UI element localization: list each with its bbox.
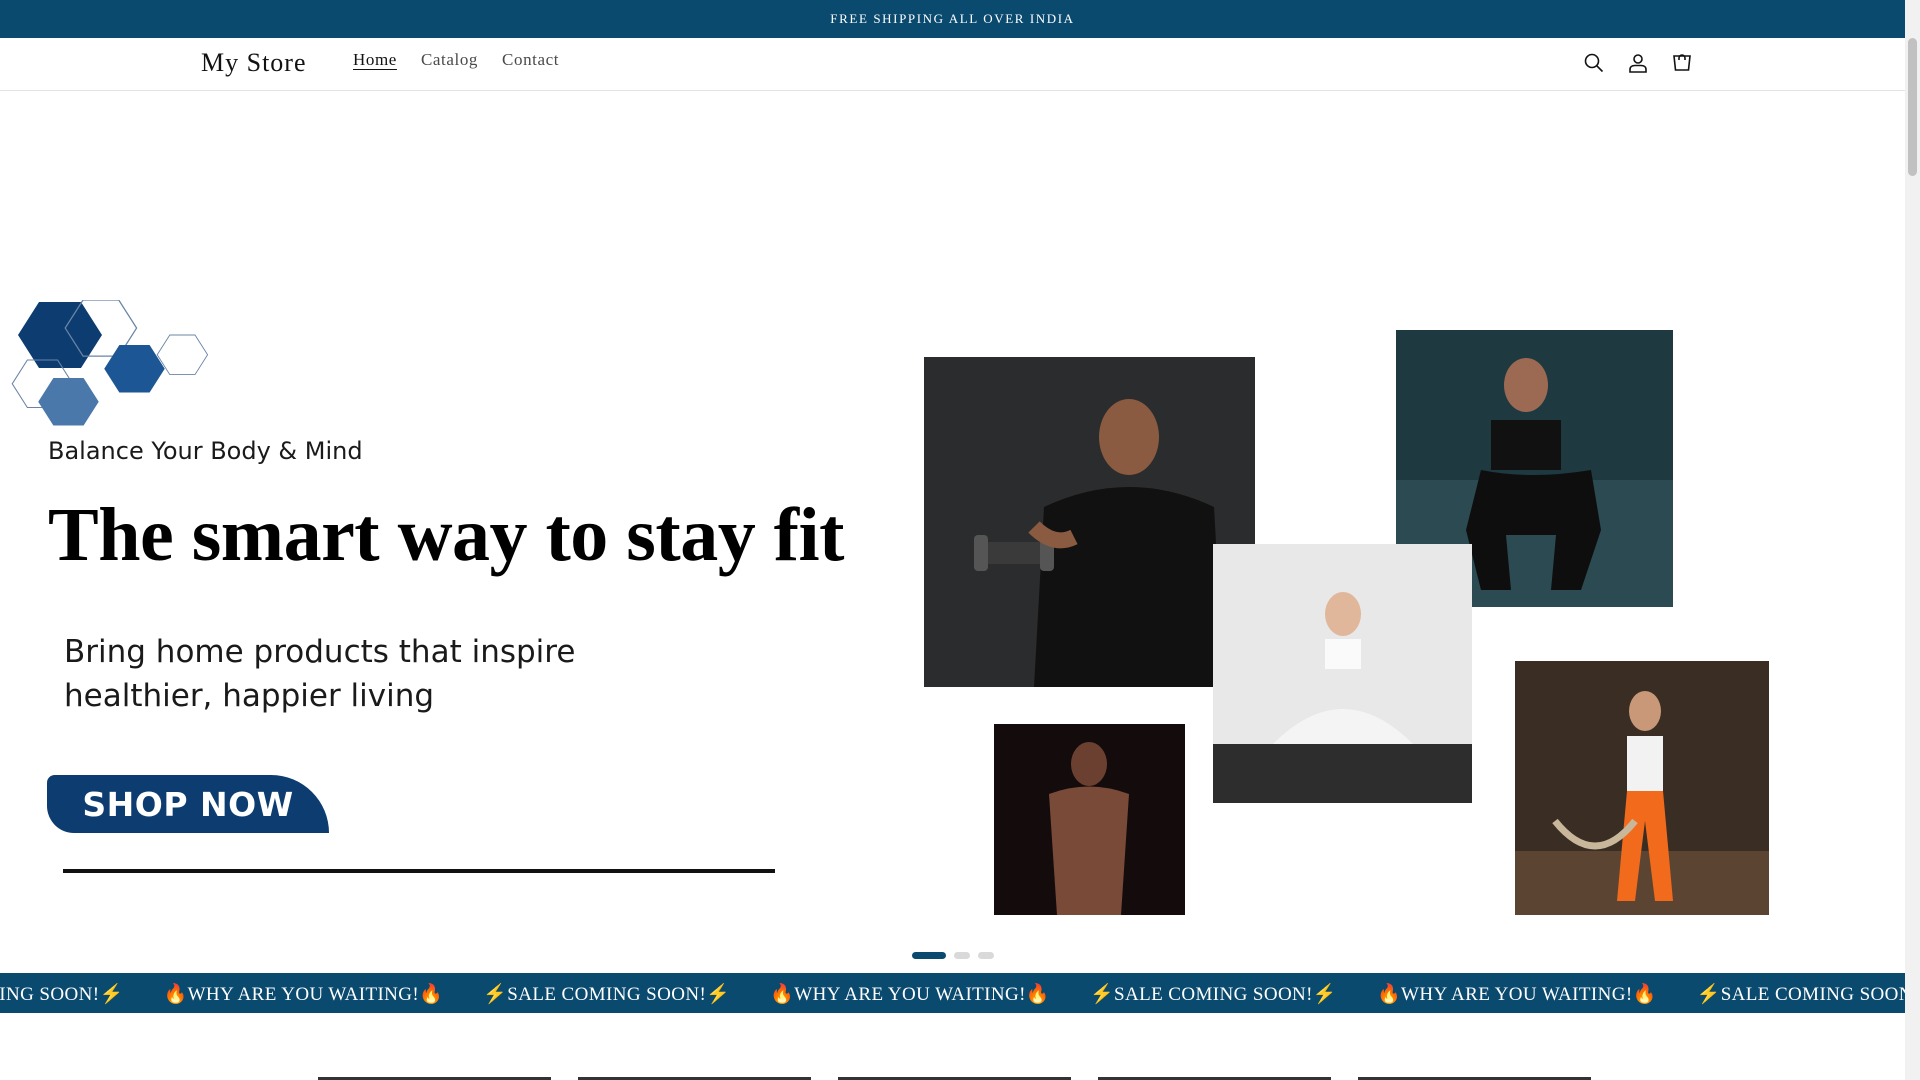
slideshow-dots: [912, 952, 994, 959]
site-header: My Store Home Catalog Contact: [0, 38, 1905, 91]
marquee-item: 🔥WHY ARE YOU WAITING!🔥: [163, 984, 444, 1005]
marquee-item: ⚡SALE COMING SOON!⚡: [1696, 984, 1905, 1005]
nav-home[interactable]: Home: [353, 50, 397, 70]
announcement-text: FREE SHIPPING ALL OVER INDIA: [830, 11, 1075, 26]
slide-dot[interactable]: [912, 952, 946, 959]
search-icon[interactable]: [1582, 51, 1606, 75]
marquee-item: MING SOON!⚡: [0, 984, 124, 1005]
slide-dot[interactable]: [978, 952, 994, 959]
cart-icon[interactable]: [1670, 51, 1694, 75]
slide-dot[interactable]: [954, 952, 970, 959]
main-nav: Home Catalog Contact: [353, 50, 559, 70]
photo-woman-battle-ropes: [1515, 661, 1769, 915]
scrollbar[interactable]: [1905, 0, 1920, 1080]
promo-marquee: MING SOON!⚡ 🔥WHY ARE YOU WAITING!🔥 ⚡SALE…: [0, 973, 1905, 1013]
scrollbar-thumb[interactable]: [1908, 38, 1917, 176]
hero-headline: The smart way to stay fit: [48, 493, 844, 577]
announcement-bar: FREE SHIPPING ALL OVER INDIA: [0, 0, 1905, 38]
store-logo[interactable]: My Store: [201, 48, 307, 78]
marquee-item: ⚡SALE COMING SOON!⚡: [1089, 984, 1337, 1005]
hero-subtext: Bring home products that inspire healthi…: [64, 630, 664, 718]
photo-man-abs: [994, 724, 1185, 915]
marquee-item: 🔥WHY ARE YOU WAITING!🔥: [770, 984, 1050, 1005]
marquee-item: 🔥WHY ARE YOU WAITING!🔥: [1376, 984, 1657, 1005]
photo-woman-yoga: [1213, 544, 1472, 803]
hero-subtext-line: healthier, happier living: [64, 678, 435, 714]
photo-man-dumbbell: [924, 357, 1255, 687]
marquee-item: ⚡SALE COMING SOON!⚡: [483, 984, 731, 1005]
hero-subtext-line: Bring home products that inspire: [64, 634, 576, 670]
shop-now-button[interactable]: SHOP NOW: [47, 775, 329, 833]
hero-tagline: Balance Your Body & Mind: [48, 437, 363, 465]
nav-contact[interactable]: Contact: [502, 50, 559, 70]
divider-line: [63, 869, 775, 873]
hexagon-decoration-icon: [11, 300, 209, 426]
account-icon[interactable]: [1626, 51, 1650, 75]
nav-catalog[interactable]: Catalog: [421, 50, 478, 70]
header-icons: [1582, 51, 1694, 75]
